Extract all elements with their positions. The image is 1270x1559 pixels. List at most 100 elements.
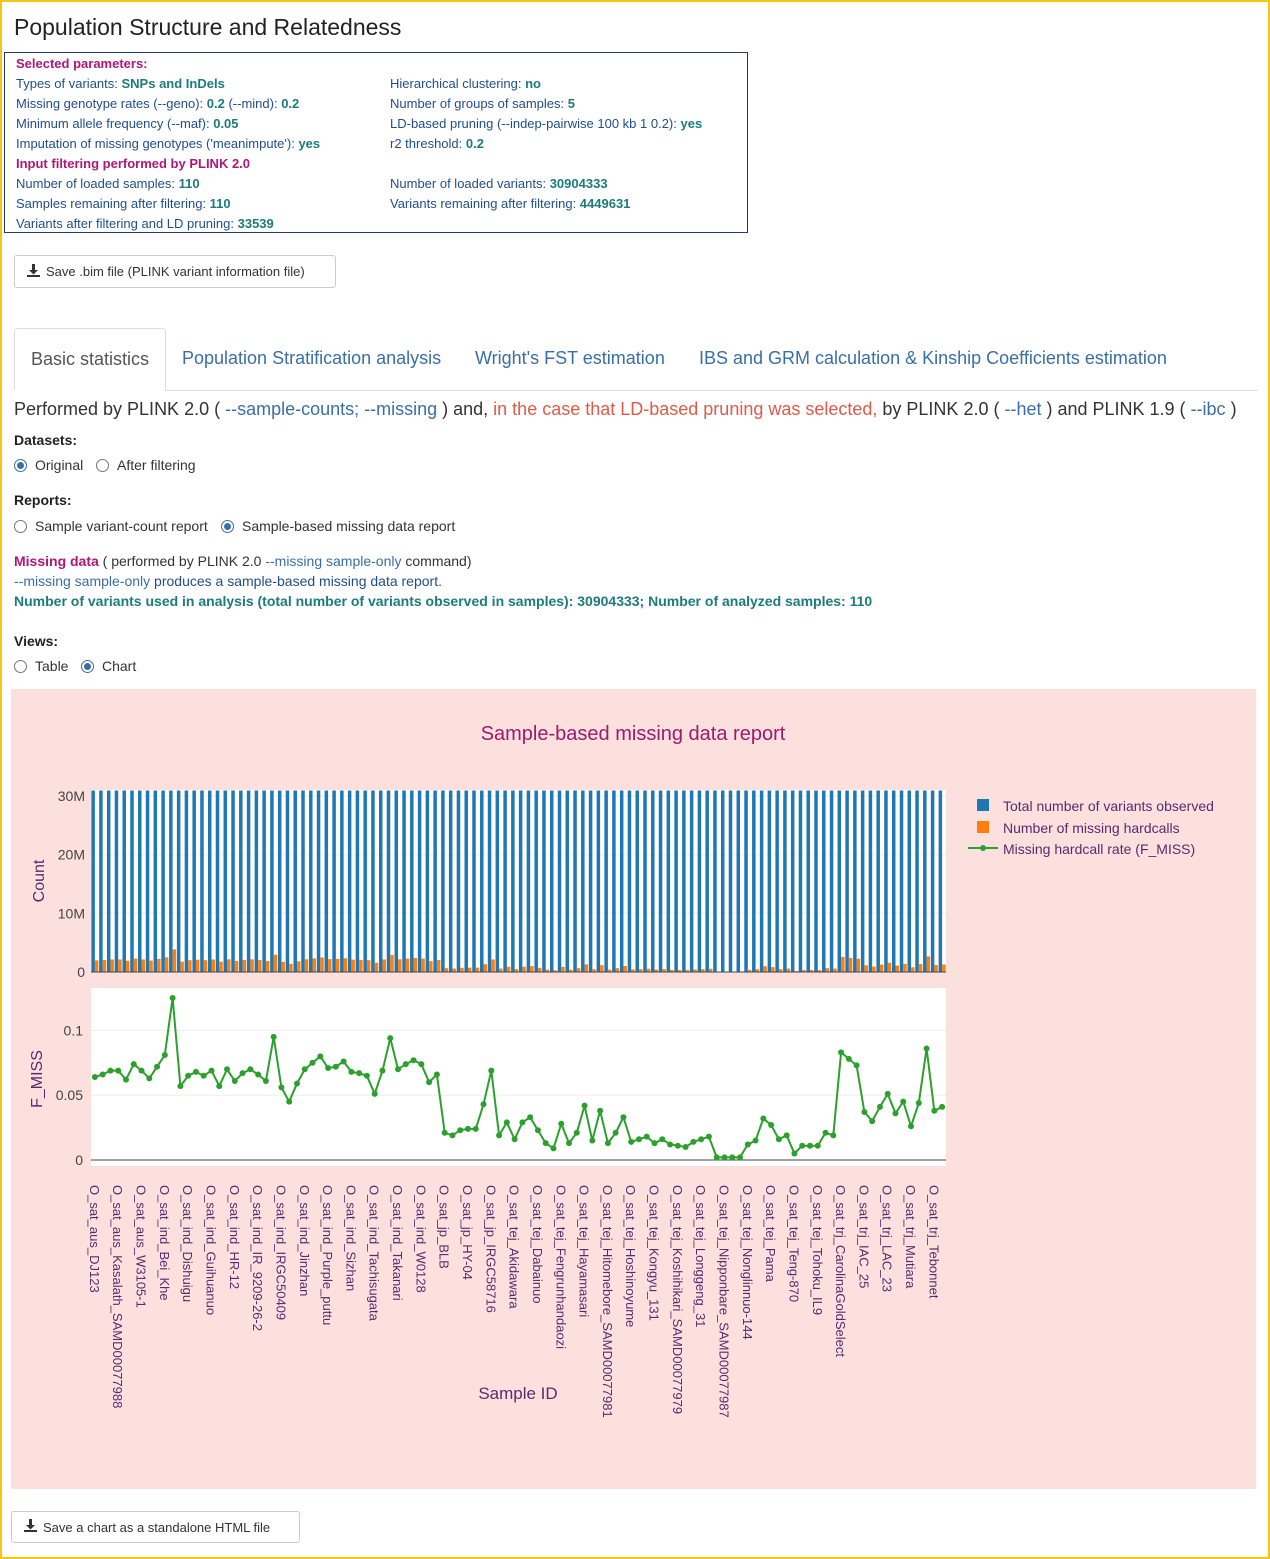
bar-total-variants — [627, 790, 632, 972]
legend-swatch-missing — [977, 821, 989, 833]
f-miss-point — [122, 1076, 129, 1083]
f-miss-point — [604, 1140, 611, 1147]
bar-total-variants — [246, 790, 251, 972]
x-tick-label: O_sat_trj_Tebonnet — [926, 1185, 941, 1299]
f-miss-point — [402, 1061, 409, 1068]
bar-missing-hardcalls — [483, 964, 488, 972]
sample-counts-link[interactable]: --sample-counts; --missing — [225, 399, 437, 419]
bar-total-variants — [612, 790, 616, 972]
f-miss-point — [519, 1119, 526, 1126]
f-miss-point — [231, 1077, 238, 1084]
save-chart-label: Save a chart as a standalone HTML file — [43, 1519, 271, 1535]
f-miss-point — [752, 1137, 759, 1144]
save-bim-button[interactable]: Save .bim file (PLINK variant informatio… — [14, 255, 336, 288]
bar-total-variants — [720, 790, 725, 972]
view-table-radio[interactable]: Table — [14, 658, 68, 674]
radio-empty-icon — [14, 519, 27, 533]
legend-swatch-total — [977, 799, 989, 811]
bar-total-variants — [635, 790, 639, 972]
f-miss-point — [395, 1066, 402, 1073]
f-miss-point — [674, 1142, 681, 1149]
f-miss-point — [659, 1136, 666, 1143]
x-tick-label: O_sat_tej_Nonglinnuo-144 — [740, 1185, 755, 1340]
f-miss-point — [542, 1140, 549, 1147]
save-chart-button[interactable]: Save a chart as a standalone HTML file — [11, 1511, 300, 1543]
bar-total-variants — [340, 790, 344, 972]
tab-wrights-fst[interactable]: Wright's FST estimation — [459, 328, 681, 389]
bar-total-variants — [176, 790, 181, 972]
missing-data-chart[interactable]: Sample-based missing data report 0 10M 20M 3… — [11, 689, 1256, 1489]
bar-missing-hardcalls — [374, 962, 379, 972]
top-y-axis-title: Count — [31, 859, 48, 902]
x-tick-label: O_sat_ind_IRGC50409 — [273, 1185, 288, 1320]
bar-missing-hardcalls — [281, 961, 285, 972]
f-miss-point — [224, 1066, 231, 1073]
het-link[interactable]: --het — [1004, 399, 1041, 419]
f-miss-point — [791, 1150, 798, 1157]
tab-bar: Basic statistics Population Stratificati… — [14, 328, 1258, 391]
f-miss-point — [255, 1071, 262, 1078]
bar-total-variants — [254, 790, 259, 972]
x-tick-label: O_sat_tej_Nipponbare_SAMD00077987 — [716, 1185, 731, 1418]
dataset-original-radio[interactable]: Original — [14, 457, 83, 473]
views-label: Views: — [14, 633, 59, 649]
bar-total-variants — [790, 790, 795, 972]
bar-total-variants — [713, 790, 717, 972]
x-tick-label: O_sat_aus_Kasalath_SAMD00077988 — [110, 1185, 125, 1408]
bar-missing-hardcalls — [444, 968, 449, 972]
bar-missing-hardcalls — [771, 967, 775, 972]
f-miss-point — [768, 1122, 775, 1129]
ibc-link[interactable]: --ibc — [1191, 399, 1226, 419]
bar-total-variants — [860, 790, 865, 972]
report-variant-count-radio[interactable]: Sample variant-count report — [14, 518, 208, 534]
dataset-after-filtering-radio[interactable]: After filtering — [96, 457, 196, 473]
bar-total-variants — [806, 790, 810, 972]
bar-total-variants — [378, 790, 383, 972]
bar-total-variants — [324, 790, 329, 972]
tab-ibs-grm-kinship[interactable]: IBS and GRM calculation & Kinship Coeffi… — [683, 328, 1183, 389]
x-tick-label: O_sat_tej_Longgeng_31 — [693, 1185, 708, 1327]
bar-total-variants — [425, 790, 430, 972]
bar-missing-hardcalls — [872, 966, 876, 972]
bar-missing-hardcalls — [926, 956, 931, 972]
f-miss-point — [931, 1107, 938, 1114]
f-miss-point — [441, 1129, 448, 1136]
input-filtering-header: Input filtering performed by PLINK 2.0 — [16, 156, 251, 171]
f-miss-point — [472, 1125, 479, 1132]
f-miss-point — [457, 1127, 464, 1134]
f-miss-point — [464, 1125, 471, 1132]
tab-population-stratification[interactable]: Population Stratification analysis — [166, 328, 457, 389]
bar-missing-hardcalls — [841, 956, 845, 972]
f-miss-point — [939, 1103, 946, 1110]
f-miss-point — [597, 1107, 604, 1114]
bar-total-variants — [876, 790, 880, 972]
bar-total-variants — [907, 790, 912, 972]
f-miss-point — [192, 1068, 199, 1075]
bar-missing-hardcalls — [467, 967, 472, 972]
f-miss-point — [488, 1067, 495, 1074]
tab-basic-statistics[interactable]: Basic statistics — [14, 328, 167, 391]
bar-total-variants — [573, 790, 577, 972]
f-miss-point — [737, 1154, 744, 1161]
bar-total-variants — [814, 790, 818, 972]
bottom-y-axis-title: F_MISS — [29, 1050, 46, 1108]
f-miss-point — [534, 1127, 541, 1134]
f-miss-point — [900, 1098, 907, 1105]
bar-missing-hardcalls — [335, 958, 340, 972]
bar-missing-hardcalls — [600, 965, 604, 972]
bar-missing-hardcalls — [180, 961, 184, 972]
page-title: Population Structure and Relatedness — [14, 14, 402, 40]
bar-missing-hardcalls — [864, 965, 868, 972]
x-tick-label: O_sat_trj_LAC_23 — [880, 1185, 895, 1292]
x-tick-label: O_sat_trj_CarolinaGoldSelect — [833, 1185, 848, 1357]
f-miss-point — [371, 1090, 378, 1097]
bar-total-variants — [417, 790, 422, 972]
x-tick-label: O_sat_tej_Hoshinoyume — [623, 1185, 638, 1327]
f-miss-point — [651, 1140, 658, 1147]
bar-missing-hardcalls — [918, 964, 923, 972]
bar-missing-hardcalls — [125, 960, 130, 972]
view-chart-radio[interactable]: Chart — [81, 658, 136, 674]
bar-total-variants — [868, 790, 873, 972]
bar-missing-hardcalls — [312, 958, 317, 972]
report-missing-data-radio[interactable]: Sample-based missing data report — [221, 518, 455, 534]
